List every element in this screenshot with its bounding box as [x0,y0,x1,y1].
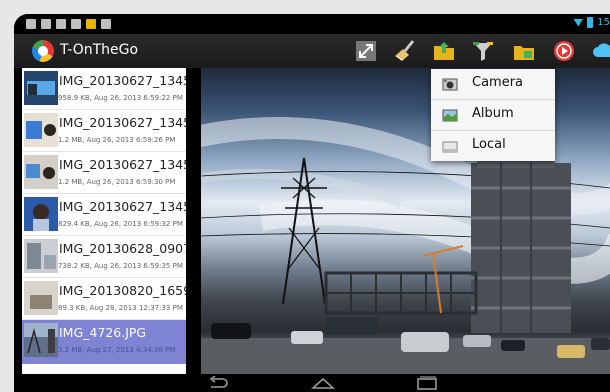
back-icon[interactable] [207,376,229,390]
source-menu: Camera Album Local [431,69,555,161]
file-meta: 829.4 KB, Aug 26, 2013 6:59:32 PM [58,220,183,228]
folder-export-icon [514,46,534,60]
file-name: IMG_4726.JPG [59,325,147,340]
file-meta: 738.2 KB, Aug 26, 2013 6:59:35 PM [58,262,183,270]
file-meta: 89.3 KB, Aug 28, 2013 12:37:33 PM [58,304,183,312]
notification-icons [26,19,111,29]
clear-button[interactable] [393,39,417,63]
status-bar: 15 [14,14,610,34]
file-list-item[interactable]: IMG_20130627_1345... 829.4 KB, Aug 26, 2… [22,194,186,236]
trash-notification-icon [56,19,66,29]
file-list-item[interactable]: IMG_20130627_1345... 1.2 MB, Aug 26, 201… [22,110,186,152]
image-thumbnail [24,239,58,273]
action-bar: T-OnTheGo [14,34,610,68]
broom-icon [395,40,415,61]
wifi-icon [573,18,584,27]
app-title: T-OnTheGo [60,42,139,58]
image-thumbnail [24,113,58,147]
app-notification-icon [86,19,96,29]
image-thumbnail [24,281,58,315]
file-list: IMG_20130627_1345... 958.9 KB, Aug 26, 2… [22,68,186,374]
app-logo-icon[interactable] [32,40,54,62]
clock-text: 15 [597,17,610,28]
file-name: IMG_20130628_0907... [59,241,186,256]
file-list-item-selected[interactable]: IMG_4726.JPG 3.2 MB, Aug 27, 2013 4:34:3… [22,320,186,364]
file-meta: 1.2 MB, Aug 26, 2013 6:59:26 PM [58,136,176,144]
image-thumbnail [24,71,58,105]
cloud-icon [593,43,610,57]
export-folder-button[interactable] [512,39,536,63]
menu-label: Album [472,106,514,121]
filter-button[interactable] [471,39,495,63]
file-list-item[interactable]: IMG_20130820_1659... 89.3 KB, Aug 28, 20… [22,278,186,320]
import-folder-button[interactable] [432,39,456,63]
home-icon[interactable] [311,376,335,390]
usb-notification-icon [71,19,81,29]
menu-label: Camera [472,75,524,90]
menu-label: Local [472,137,506,152]
menu-item-local[interactable]: Local [431,131,555,161]
recent-apps-icon[interactable] [416,376,438,390]
file-meta: 1.2 MB, Aug 26, 2013 6:59:30 PM [58,178,176,186]
system-indicators: 15 [573,17,610,28]
filter-icon [473,42,493,61]
gallery-notification-icon [26,19,36,29]
device-screen: 15 T-OnTheGo IMG_20130627_134 958.9 KB, … [14,14,610,392]
file-name: IMG_20130627_1345... [59,199,186,214]
fullscreen-icon [356,41,376,61]
image-thumbnail [24,323,58,357]
file-list-item[interactable]: IMG_20130627_1345... 958.9 KB, Aug 26, 2… [22,68,186,110]
facebook-notification-icon [41,19,51,29]
file-name: IMG_20130820_1659... [59,283,186,298]
menu-item-album[interactable]: Album [431,100,555,131]
file-list-item[interactable]: IMG_20130627_1345... 1.2 MB, Aug 26, 201… [22,152,186,194]
fullscreen-button[interactable] [354,39,378,63]
image-thumbnail [24,197,58,231]
record-button[interactable] [552,39,576,63]
cloud-upload-button[interactable] [592,39,610,63]
file-name: IMG_20130627_1345... [59,73,186,88]
album-icon [442,109,458,122]
file-name: IMG_20130627_1345... [59,157,186,172]
screenshot-notification-icon [101,19,111,29]
camera-icon [442,78,458,91]
file-meta: 3.2 MB, Aug 27, 2013 4:34:38 PM [58,346,176,354]
file-name: IMG_20130627_1345... [59,115,186,130]
image-thumbnail [24,155,58,189]
drive-icon [442,141,458,153]
folder-upload-icon [434,42,454,60]
menu-item-camera[interactable]: Camera [431,69,555,100]
file-meta: 958.9 KB, Aug 26, 2013 6:59:22 PM [58,94,183,102]
battery-icon [587,17,594,28]
file-list-item[interactable]: IMG_20130628_0907... 738.2 KB, Aug 26, 2… [22,236,186,278]
record-icon [554,41,574,61]
navigation-bar [14,374,610,392]
